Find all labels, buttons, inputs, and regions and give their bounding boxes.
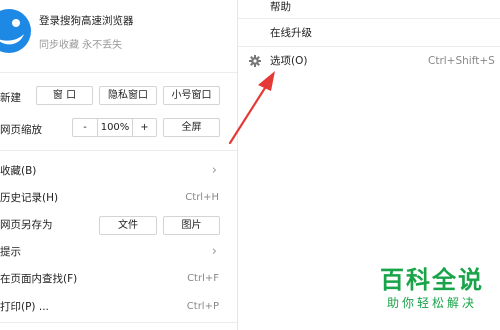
watermark: 百科全说 助你轻松解决: [374, 266, 490, 312]
gear-icon: [249, 55, 261, 67]
menu-item-label: 历史记录(H): [0, 192, 59, 204]
zoom-control: - 100% +: [72, 118, 157, 137]
menu-item-options[interactable]: 选项(O) Ctrl+Shift+S: [238, 50, 500, 72]
new-window-button[interactable]: 窗 口: [36, 86, 93, 105]
zoom-in-button[interactable]: +: [133, 119, 156, 136]
menu-item-label: 提示: [0, 246, 21, 258]
new-label: 新建: [0, 92, 21, 104]
sogou-logo-icon[interactable]: [0, 8, 32, 54]
login-title[interactable]: 登录搜狗高速浏览器: [39, 13, 134, 28]
menu-item-label: 在线升级: [270, 27, 312, 39]
menu-item-online-update[interactable]: 在线升级: [238, 22, 500, 44]
fullscreen-button[interactable]: 全屏: [163, 118, 220, 137]
menu-item-tips[interactable]: 提示 ›: [0, 241, 237, 263]
browser-menu-left: 登录搜狗高速浏览器 同步收藏 永不丢失 新建 窗 口 隐私窗口 小号窗口 网页缩…: [0, 0, 237, 330]
zoom-label: 网页缩放: [0, 124, 42, 136]
divider: [0, 150, 237, 151]
menu-item-label: 网页另存为: [0, 219, 53, 231]
menu-item-history[interactable]: 历史记录(H) Ctrl+H: [0, 187, 237, 209]
divider: [238, 18, 500, 19]
menu-item-label: 收藏(B): [0, 165, 37, 177]
zoom-level: 100%: [100, 122, 130, 133]
menu-item-help[interactable]: 帮助: [238, 0, 500, 18]
divider: [238, 46, 500, 47]
divider: [0, 72, 237, 73]
watermark-subtitle: 助你轻松解决: [386, 296, 477, 310]
zoom-out-button[interactable]: -: [73, 119, 97, 136]
shortcut-label: Ctrl+H: [185, 192, 219, 203]
save-as-image-button[interactable]: 图片: [163, 216, 220, 235]
shortcut-label: Ctrl+P: [186, 301, 219, 312]
watermark-title: 百科全说: [380, 266, 484, 294]
sync-subtitle: 同步收藏 永不丢失: [39, 40, 123, 51]
menu-item-favorites[interactable]: 收藏(B) ›: [0, 160, 237, 182]
chevron-right-icon: ›: [211, 163, 217, 178]
shortcut-label: Ctrl+Shift+S: [428, 55, 495, 67]
shortcut-label: Ctrl+F: [187, 273, 219, 284]
new-small-window-button[interactable]: 小号窗口: [163, 86, 220, 105]
divider: [0, 322, 237, 323]
chevron-right-icon: ›: [211, 244, 217, 259]
new-private-window-button[interactable]: 隐私窗口: [99, 86, 157, 105]
save-as-file-button[interactable]: 文件: [99, 216, 157, 235]
menu-item-label: 打印(P) ...: [0, 301, 49, 313]
menu-item-label: 选项(O): [270, 55, 308, 67]
menu-item-find[interactable]: 在页面内查找(F) Ctrl+F: [0, 268, 237, 290]
menu-item-label: 帮助: [270, 1, 291, 13]
menu-item-print[interactable]: 打印(P) ... Ctrl+P: [0, 296, 237, 318]
menu-item-label: 在页面内查找(F): [0, 273, 78, 285]
